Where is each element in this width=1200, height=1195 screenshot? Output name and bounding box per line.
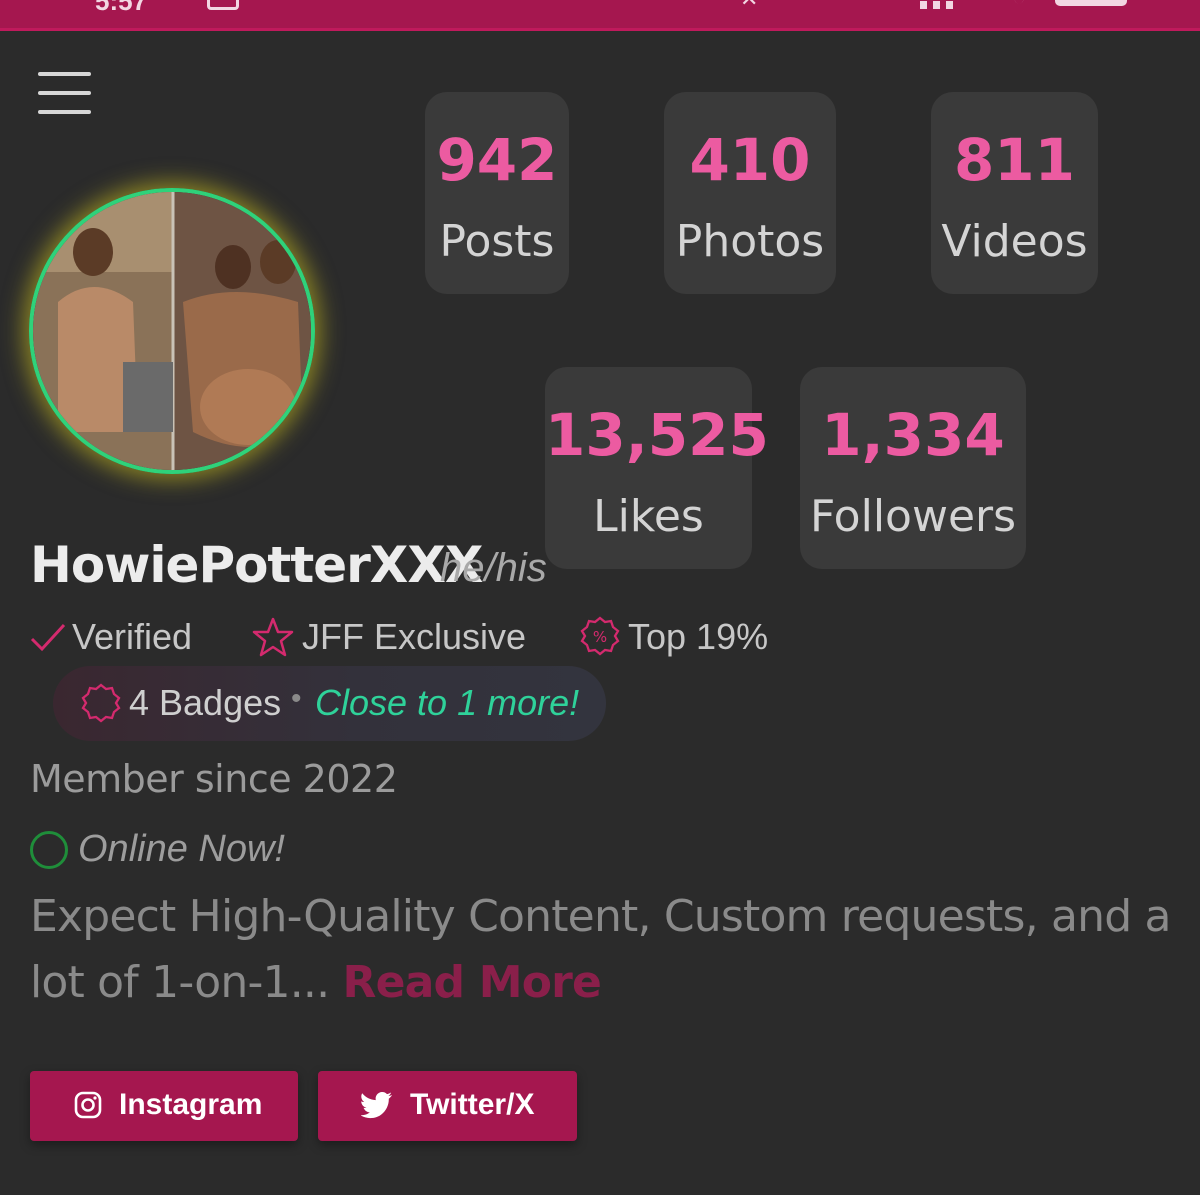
mute-icon: ✕ <box>740 0 758 12</box>
top-label: Top 19% <box>628 616 769 657</box>
twitter-icon <box>361 1092 392 1119</box>
stat-photos[interactable]: 410 Photos <box>664 92 836 294</box>
stat-value: 1,334 <box>821 401 1005 469</box>
verified-badge: Verified <box>30 614 220 660</box>
instagram-label: Instagram <box>119 1088 263 1121</box>
top-badge: % Top 19% <box>580 614 780 660</box>
badges-progress: Close to 1 more! <box>315 682 580 723</box>
battery-icon <box>1055 0 1127 6</box>
stat-value: 942 <box>436 126 558 194</box>
stat-label: Videos <box>941 216 1088 267</box>
menu-icon-bar <box>38 91 91 95</box>
status-bar: 5:57 ✕ ◔ <box>0 0 1200 31</box>
status-time: 5:57 <box>95 0 148 16</box>
stat-value: 13,525 <box>545 401 769 469</box>
verified-label: Verified <box>72 616 193 657</box>
notification-icon <box>207 0 239 10</box>
avatar[interactable] <box>29 188 315 474</box>
badges-count: 4 Badges <box>129 682 282 723</box>
twitter-button[interactable]: Twitter/X <box>318 1071 577 1141</box>
stat-value: 410 <box>689 126 811 194</box>
checkmark-icon <box>30 623 66 652</box>
stat-followers[interactable]: 1,334 Followers <box>800 367 1026 569</box>
username: HowiePotterXXX <box>30 536 483 594</box>
instagram-icon <box>74 1091 102 1119</box>
stat-label: Posts <box>439 216 555 267</box>
badges-separator: • <box>291 682 302 715</box>
exclusive-badge: JFF Exclusive <box>252 614 552 660</box>
badge-icon <box>81 683 121 723</box>
signal-icon <box>920 0 959 14</box>
menu-button[interactable] <box>38 72 91 114</box>
wifi-icon: ◔ <box>1013 0 1025 11</box>
star-icon <box>252 617 294 657</box>
badges-pill[interactable]: 4 Badges • Close to 1 more! <box>53 666 606 741</box>
menu-icon-bar <box>38 110 91 114</box>
stat-videos[interactable]: 811 Videos <box>931 92 1098 294</box>
instagram-button[interactable]: Instagram <box>30 1071 298 1141</box>
avatar-image <box>29 188 315 474</box>
pronouns: he/his <box>440 546 547 590</box>
read-more-link[interactable]: Read More <box>343 957 602 1008</box>
menu-icon <box>38 72 91 76</box>
percent-badge-icon: % <box>580 616 620 656</box>
stat-posts[interactable]: 942 Posts <box>425 92 569 294</box>
exclusive-label: JFF Exclusive <box>302 616 527 657</box>
stat-label: Likes <box>593 491 704 542</box>
avatar-photo <box>33 192 311 470</box>
stat-value: 811 <box>953 126 1076 194</box>
twitter-label: Twitter/X <box>410 1088 535 1121</box>
online-indicator-icon <box>30 831 68 869</box>
svg-text:%: % <box>593 628 607 646</box>
online-label: Online Now! <box>78 828 285 870</box>
stat-label: Photos <box>675 216 825 267</box>
stat-label: Followers <box>809 491 1017 542</box>
member-since: Member since 2022 <box>30 757 398 801</box>
bio: Expect High-Quality Content, Custom requ… <box>30 884 1180 1016</box>
stat-likes[interactable]: 13,525 Likes <box>545 367 769 569</box>
